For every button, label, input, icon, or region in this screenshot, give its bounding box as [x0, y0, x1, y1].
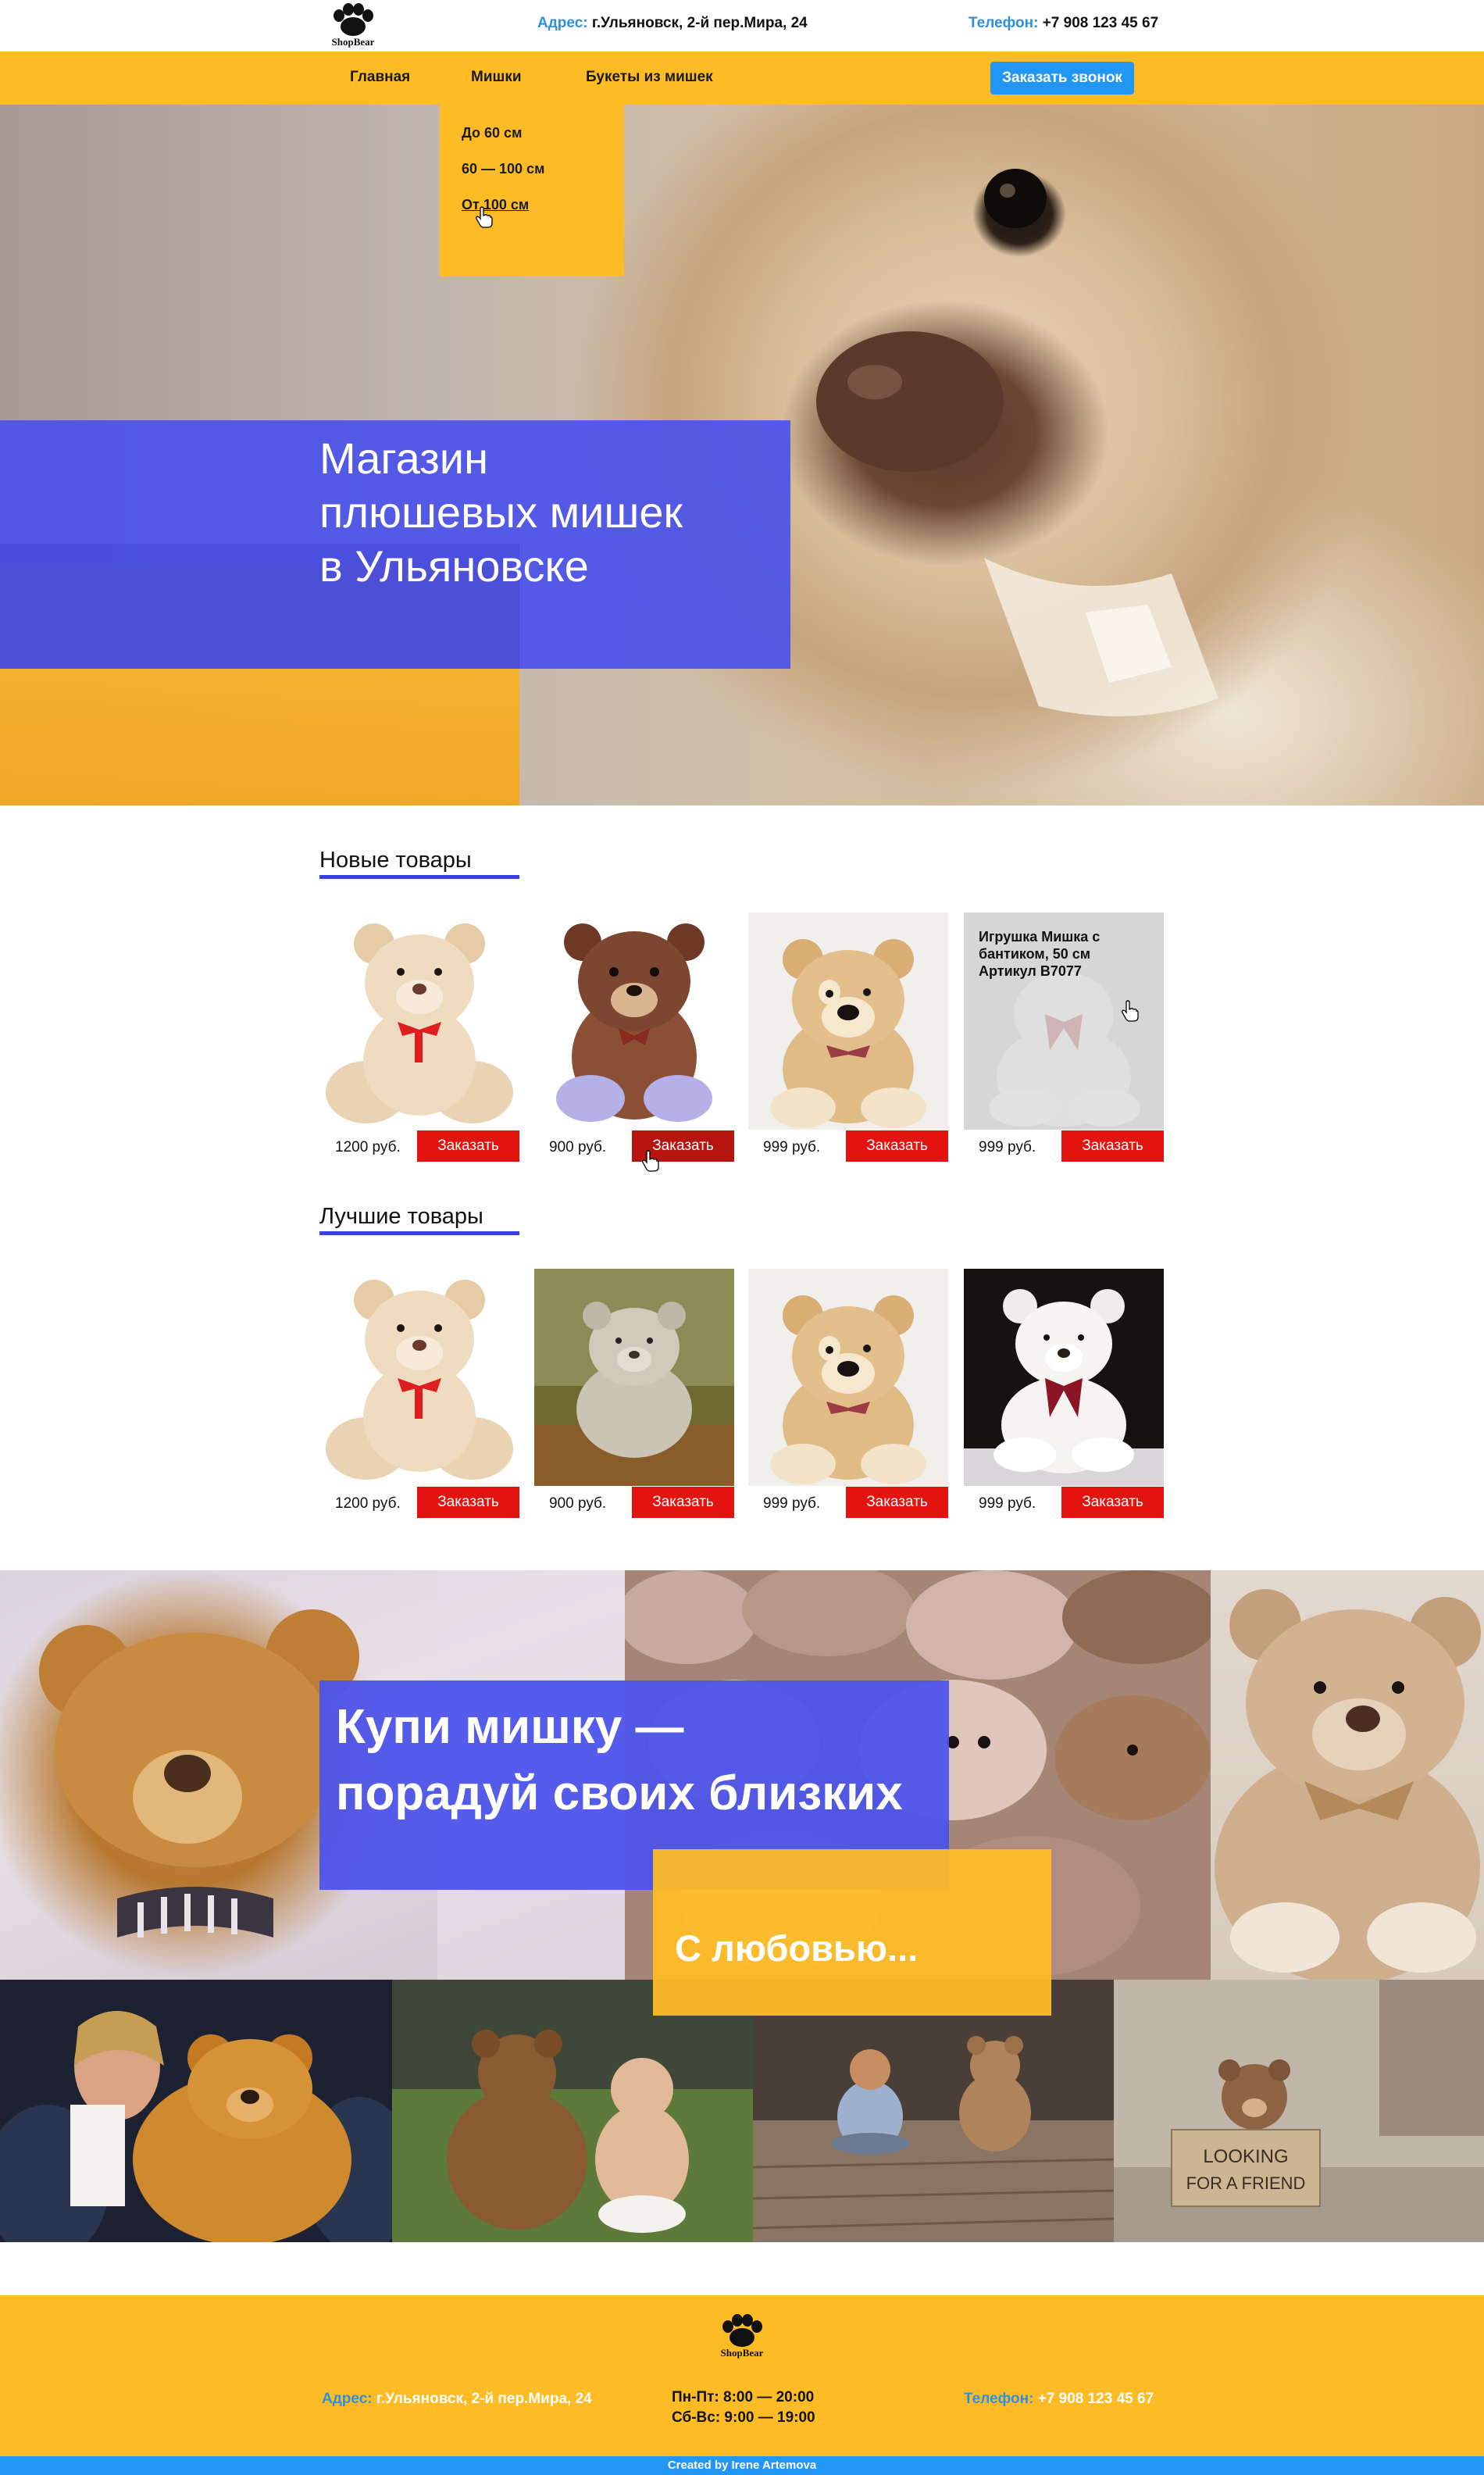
hours-line: Сб-Вс: 9:00 — 19:00 — [672, 2409, 815, 2426]
paw-icon — [722, 2314, 762, 2347]
product-image-cream-bear[interactable] — [319, 1269, 519, 1486]
new-products-title: Новые товары — [319, 848, 472, 873]
dropdown-item-under-60[interactable]: До 60 см — [462, 125, 522, 141]
product-price: 999 руб. — [979, 1139, 1036, 1155]
promo-photo-tan-bear — [1211, 1570, 1484, 1980]
boy-bear-illustration — [753, 1980, 1114, 2242]
product-price: 900 руб. — [549, 1139, 607, 1155]
tooltip-line: Игрушка Мишка с — [979, 929, 1101, 945]
hand-cursor-icon — [642, 1150, 659, 1172]
hero-title-line: в Ульяновске — [319, 541, 589, 591]
tooltip-line: Артикул В7077 — [979, 963, 1082, 979]
header-phone: Телефон: +7 908 123 45 67 — [969, 15, 1158, 32]
footer-phone-label: Телефон: — [964, 2391, 1034, 2407]
top-bar: ShopBear Адрес: г.Ульяновск, 2-й пер.Мир… — [0, 0, 1484, 52]
product-image-brown-bear[interactable] — [534, 912, 734, 1130]
tooltip-line: бантиком, 50 см — [979, 946, 1091, 962]
bear-illustration — [748, 912, 948, 1130]
footer-address-value: г.Ульяновск, 2-й пер.Мира, 24 — [376, 2391, 592, 2407]
hero-title: Магазин плюшевых мишек в Ульяновске — [319, 431, 683, 593]
product-image-cream-bear[interactable] — [319, 912, 519, 1130]
footer-address-label: Адрес: — [322, 2391, 373, 2407]
order-button[interactable]: Заказать — [417, 1130, 519, 1162]
product-price: 999 руб. — [979, 1495, 1036, 1512]
sign-text-line-2: FOR A FRIEND — [1186, 2173, 1306, 2193]
promo-title-line: Купи мишку — — [336, 1700, 684, 1754]
order-button[interactable]: Заказать — [632, 1487, 734, 1518]
address-label: Адрес: — [537, 15, 588, 31]
address-value: г.Ульяновск, 2-й пер.Мира, 24 — [591, 15, 808, 31]
order-call-button[interactable]: Заказать звонок — [990, 62, 1134, 95]
promo-photo-girl-with-bear — [0, 1980, 392, 2242]
order-button[interactable]: Заказать — [1061, 1130, 1164, 1162]
hand-cursor-icon — [1122, 1000, 1139, 1022]
product-price: 1200 руб. — [335, 1139, 401, 1155]
girl-bear-illustration — [0, 1980, 392, 2242]
bear-illustration — [964, 1269, 1164, 1486]
logo-text: ShopBear — [331, 36, 375, 48]
promo-photo-boy-with-bear — [753, 1980, 1114, 2242]
footer: ShopBear Адрес: г.Ульяновск, 2-й пер.Мир… — [0, 2295, 1484, 2456]
bears-dropdown-menu: До 60 см 60 — 100 см От 100 см — [440, 105, 624, 277]
bear-illustration — [319, 1269, 519, 1486]
main-nav: Главная Мишки Букеты из мишек Заказать з… — [0, 52, 1484, 105]
nav-item-home[interactable]: Главная — [350, 69, 410, 86]
order-button[interactable]: Заказать — [1061, 1487, 1164, 1518]
footer-logo-text: ShopBear — [720, 2347, 764, 2359]
sign-text-line-1: LOOKING — [1203, 2146, 1288, 2167]
promo-title: Купи мишку — порадуй своих близких — [336, 1694, 903, 1827]
order-button[interactable]: Заказать — [846, 1487, 948, 1518]
promo-title-line: порадуй своих близких — [336, 1766, 903, 1820]
logo[interactable]: ShopBear — [318, 2, 388, 50]
product-tooltip: Игрушка Мишка с бантиком, 50 см Артикул … — [979, 928, 1100, 980]
promo-subtitle: С любовью... — [675, 1927, 919, 1969]
hours-line: Пн-Пт: 8:00 — 20:00 — [672, 2389, 815, 2405]
section-underline — [319, 875, 519, 879]
footer-hours: Пн-Пт: 8:00 — 20:00 Сб-Вс: 9:00 — 19:00 — [672, 2388, 815, 2428]
footer-address: Адрес: г.Ульяновск, 2-й пер.Мира, 24 — [322, 2391, 592, 2408]
promo-photo-looking-for-friend: LOOKING FOR A FRIEND — [1114, 1980, 1484, 2242]
promo-photo-baby-with-bear — [392, 1980, 753, 2242]
product-image-beige-bear[interactable] — [748, 912, 948, 1130]
best-products-title: Лучшие товары — [319, 1204, 483, 1229]
product-price: 1200 руб. — [335, 1495, 401, 1512]
nav-item-bouquets[interactable]: Букеты из мишек — [586, 69, 713, 86]
sign-bear-illustration: LOOKING FOR A FRIEND — [1114, 1980, 1484, 2242]
dropdown-item-over-100[interactable]: От 100 см — [462, 197, 529, 213]
product-price: 999 руб. — [763, 1139, 821, 1155]
footer-phone-value[interactable]: +7 908 123 45 67 — [1038, 2391, 1154, 2407]
bear-illustration — [534, 912, 734, 1130]
footer-phone: Телефон: +7 908 123 45 67 — [964, 2391, 1154, 2408]
product-price: 999 руб. — [763, 1495, 821, 1512]
bear-illustration — [319, 912, 519, 1130]
product-image-beige-bear[interactable] — [748, 1269, 948, 1486]
product-price: 900 руб. — [549, 1495, 607, 1512]
order-button[interactable]: Заказать — [417, 1487, 519, 1518]
footer-logo[interactable]: ShopBear — [707, 2312, 777, 2361]
phone-value[interactable]: +7 908 123 45 67 — [1043, 15, 1158, 31]
product-image-grey-bear-moss[interactable] — [534, 1269, 734, 1486]
paw-icon — [334, 3, 373, 36]
bear-illustration — [748, 1269, 948, 1486]
hero-title-line: Магазин — [319, 434, 489, 483]
hand-cursor-icon — [476, 206, 493, 228]
nav-item-bears[interactable]: Мишки — [471, 69, 522, 86]
product-image-white-bear-dark[interactable] — [964, 1269, 1164, 1486]
bear-illustration — [534, 1269, 734, 1486]
dropdown-item-60-100[interactable]: 60 — 100 см — [462, 161, 544, 177]
footer-credits: Created by Irene Artemova — [667, 2459, 817, 2472]
phone-label: Телефон: — [969, 15, 1039, 31]
header-address: Адрес: г.Ульяновск, 2-й пер.Мира, 24 — [537, 15, 808, 32]
order-button[interactable]: Заказать — [846, 1130, 948, 1162]
tan-bear-illustration — [1215, 1589, 1481, 1980]
section-underline — [319, 1231, 519, 1235]
baby-bear-illustration — [392, 1980, 753, 2242]
hero-title-line: плюшевых мишек — [319, 488, 683, 537]
